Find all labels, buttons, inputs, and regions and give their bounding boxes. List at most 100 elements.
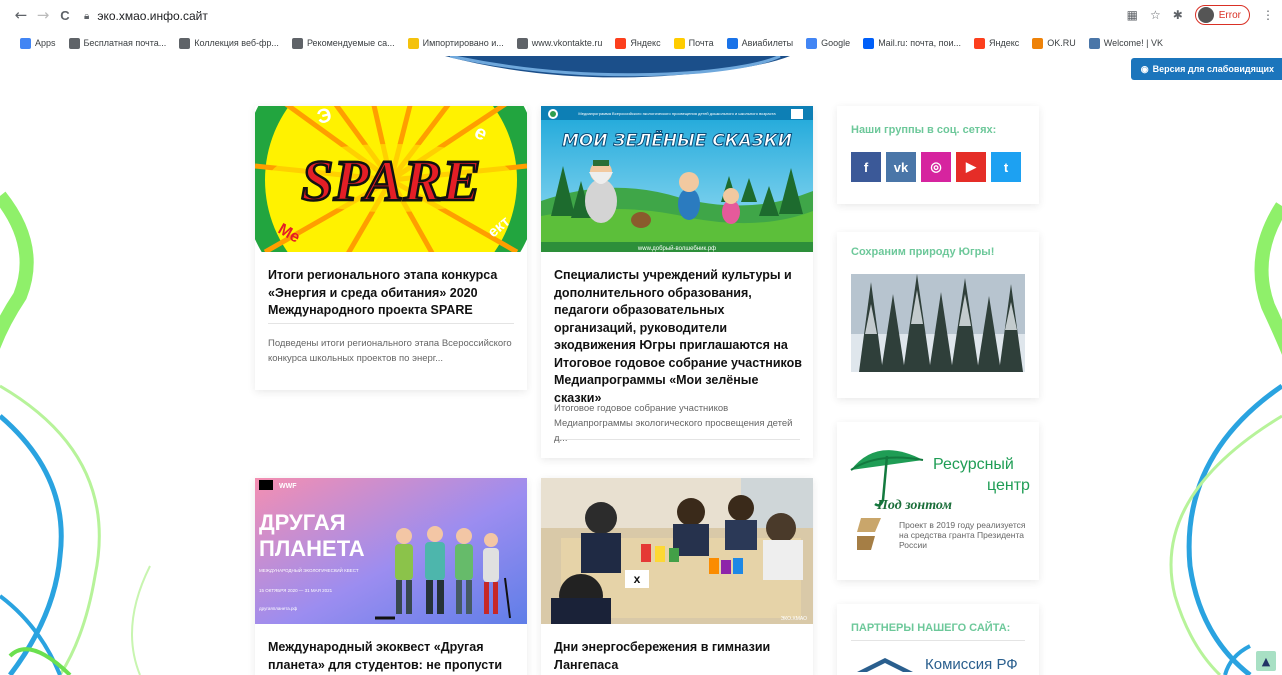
resource-line2: центр [987,477,1030,494]
error-label: Error [1218,9,1241,21]
bookmark-item[interactable]: Google [806,37,851,49]
news-card[interactable]: WWF ДРУГАЯ ПЛАНЕТА МЕЖДУНАРОДНЫЙ ЭКОЛОГИ… [255,478,527,675]
menu-icon[interactable]: ⋮ [1262,8,1274,22]
news-card[interactable]: x ЭКО.ХМАО Дни энергосбережения в гимназ… [541,478,813,675]
bookmark-item[interactable]: Mail.ru: почта, пои... [863,37,961,49]
bookmark-label: Импортировано и... [422,38,504,48]
url-text: эко.хмао.инфо.сайт [97,9,208,23]
bookmark-label: Бесплатная почта... [83,38,167,48]
browser-right-tools: ▦ ☆ ✱ Error ⋮ [1127,5,1274,25]
partners-divider [851,640,1025,641]
vk-icon[interactable]: vk [886,152,916,182]
bookmark-item[interactable]: Авиабилеты [726,37,794,49]
bookmark-label: Apps [35,38,56,48]
twitter-icon[interactable]: t [991,152,1021,182]
bookmark-item[interactable]: www.vkontakte.ru [516,37,603,49]
bookmark-item[interactable]: Яндекс [974,37,1020,49]
accessibility-version-button[interactable]: ◉ Версия для слабовидящих [1130,58,1282,80]
bookmark-label: Яндекс [989,38,1020,48]
lock-icon: 🔒︎ [84,10,90,22]
other-planet-title: ДРУГАЯ [259,510,346,535]
bookmark-label: Авиабилеты [741,38,794,48]
instagram-icon[interactable]: ◎ [921,152,951,182]
energy-days-photo: x ЭКО.ХМАО [541,478,813,624]
page-content: ◉ Версия для слабовидящих Э е SPARE Ме е… [0,56,1282,675]
card-image-green-tales[interactable]: Медиапрограмма Всероссийского экологичес… [541,106,813,252]
back-icon[interactable]: ← [10,6,32,24]
card-excerpt: Подведены итоги регионального этапа Всер… [268,338,512,364]
resource-center-widget[interactable]: Ресурсный центр Под зонтом Проект в 2019… [837,422,1039,580]
wwf-logo: WWF [279,483,297,490]
extensions-icon[interactable]: ✱ [1173,8,1183,22]
bookmark-item[interactable]: Рекомендуемые са... [291,37,395,49]
bookmark-item[interactable]: OK.RU [1032,37,1076,49]
bookmark-item[interactable]: Импортировано и... [407,37,504,49]
bookmark-item[interactable]: Почта [673,37,714,49]
resource-logo-text: Под зонтом [877,498,952,513]
bookmark-icon [20,37,31,49]
bookmark-label: Рекомендуемые са... [306,38,395,48]
forward-icon[interactable]: → [32,6,54,24]
bookmark-item[interactable]: Бесплатная почта... [68,37,167,49]
winter-forest-image[interactable] [851,274,1025,372]
resource-note: Проект в 2019 году реализуется на средст… [899,520,1026,550]
green-tales-footer: www.добрый-волшебник.рф [637,245,716,252]
bookmark-icon [179,37,191,49]
youtube-icon[interactable]: ▶ [956,152,986,182]
nature-widget-title: Сохраним природу Югры! [851,246,995,258]
address-bar[interactable]: 🔒︎ эко.хмао.инфо.сайт [84,5,1144,27]
bookmark-icon [407,37,419,49]
card-title[interactable]: Международный экоквест «Другая планета» … [268,639,518,674]
accessibility-label: Версия для слабовидящих [1152,64,1274,74]
partners-widget: ПАРТНЕРЫ НАШЕГО САЙТА: Комиссия РФ [837,604,1039,675]
bookmark-label: Welcome! | VK [1103,38,1163,48]
card-image-spare[interactable]: Э е SPARE Ме ект [255,106,527,252]
commission-logo-icon [857,658,913,672]
bookmark-icon [974,37,985,49]
other-planet-illustration: WWF ДРУГАЯ ПЛАНЕТА МЕЖДУНАРОДНЫЙ ЭКОЛОГИ… [255,478,527,624]
avatar [1197,7,1214,23]
spare-illustration: Э е SPARE Ме ект [255,106,527,252]
bookmark-icon [863,37,875,49]
nature-widget: Сохраним природу Югры! [837,232,1039,398]
green-tales-title: МОИ ЗЕЛЁНЫЕ СКАЗКИ [562,129,792,151]
bookmark-item[interactable]: Коллекция веб-фр... [179,37,279,49]
reload-icon[interactable]: C [54,8,76,23]
facebook-icon[interactable]: f [851,152,881,182]
photo-letter: x [634,572,641,586]
bookmark-icon [1032,37,1044,49]
green-tales-illustration: Медиапрограмма Всероссийского экологичес… [541,106,813,252]
card-title[interactable]: Специалисты учреждений культуры и дополн… [554,267,804,407]
other-planet-url: другаяпланета.рф [259,606,297,611]
news-card[interactable]: Э е SPARE Ме ект Итоги регионального эта… [255,106,527,390]
card-image-other-planet[interactable]: WWF ДРУГАЯ ПЛАНЕТА МЕЖДУНАРОДНЫЙ ЭКОЛОГИ… [255,478,527,624]
bookmark-icon [726,37,738,49]
bookmark-icon [516,37,528,49]
bookmark-item[interactable]: Яндекс [615,37,661,49]
bookmark-label: Google [821,38,851,48]
profile-error-button[interactable]: Error [1194,5,1250,25]
resource-line1: Ресурсный [933,456,1014,473]
bookmark-label: Яндекс [630,38,661,48]
scroll-to-top-button[interactable]: ▲ [1256,651,1276,671]
card-divider [268,323,514,324]
social-widget: Наши группы в соц. сетях: f vk ◎ ▶ t [837,106,1039,204]
bookmarks-bar: Apps Бесплатная почта... Коллекция веб-фр.… [0,32,1282,54]
spare-logo-text: SPARE [301,148,480,213]
bookmark-label: Почта [688,38,714,48]
card-image-energy-days[interactable]: x ЭКО.ХМАО [541,478,813,624]
bookmark-icon [68,37,80,49]
translate-icon[interactable]: ▦ [1127,8,1138,22]
bookmark-icon [291,37,303,49]
card-title[interactable]: Итоги регионального этапа конкурса «Энер… [268,267,518,320]
bookmark-icon [673,37,685,49]
bookmark-label: www.vkontakte.ru [531,38,603,48]
eye-icon: ◉ [1140,63,1149,74]
star-icon[interactable]: ☆ [1150,8,1161,22]
partner-name[interactable]: Комиссия РФ [925,656,1018,673]
bookmark-item[interactable]: Welcome! | VK [1088,37,1163,49]
bookmark-item[interactable]: Apps [20,37,56,49]
bookmark-label: Коллекция веб-фр... [194,38,279,48]
card-title[interactable]: Дни энергосбережения в гимназии Лангепас… [554,639,804,674]
social-widget-title: Наши группы в соц. сетях: [851,124,997,136]
